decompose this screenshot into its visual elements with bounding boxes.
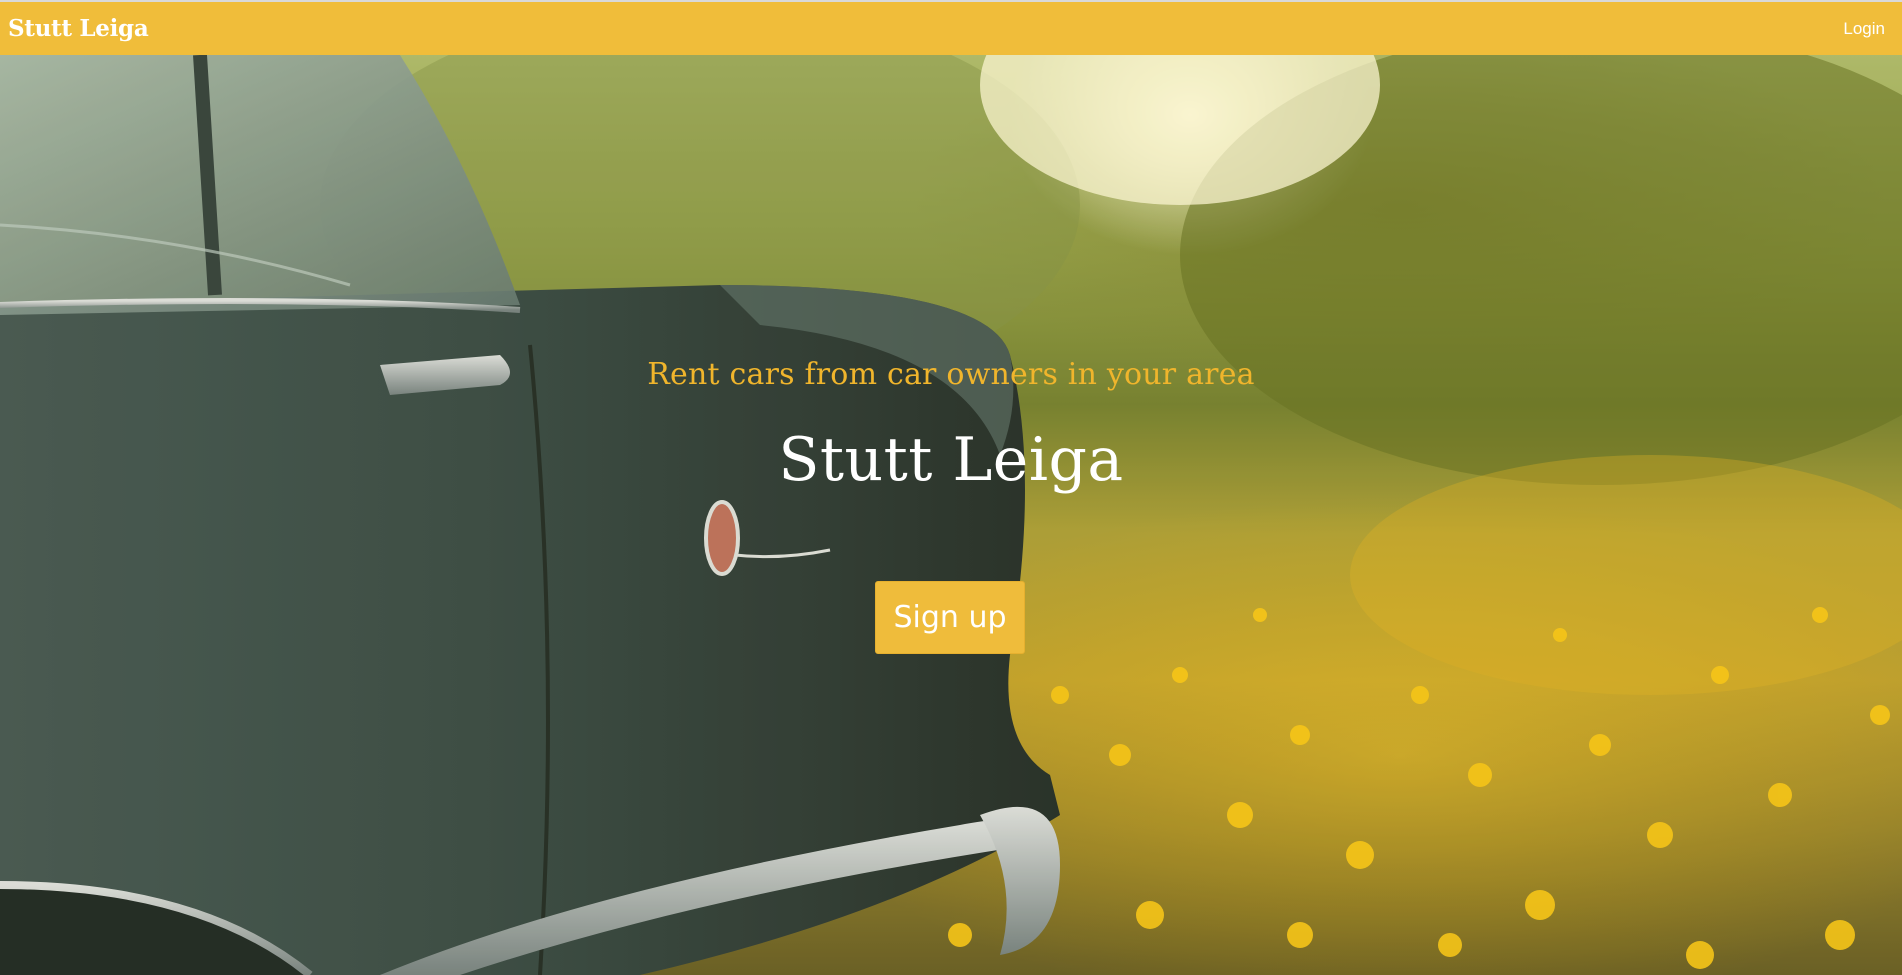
brand-logo-link[interactable]: Stutt Leiga — [8, 15, 149, 42]
hero-section: Rent cars from car owners in your area S… — [0, 55, 1902, 975]
top-navbar: Stutt Leiga Login — [0, 0, 1902, 55]
sign-up-button[interactable]: Sign up — [875, 581, 1025, 654]
hero-title: Stutt Leiga — [778, 425, 1124, 495]
login-link[interactable]: Login — [1843, 19, 1885, 39]
hero-content: Rent cars from car owners in your area S… — [0, 55, 1902, 975]
hero-tagline: Rent cars from car owners in your area — [647, 357, 1255, 392]
